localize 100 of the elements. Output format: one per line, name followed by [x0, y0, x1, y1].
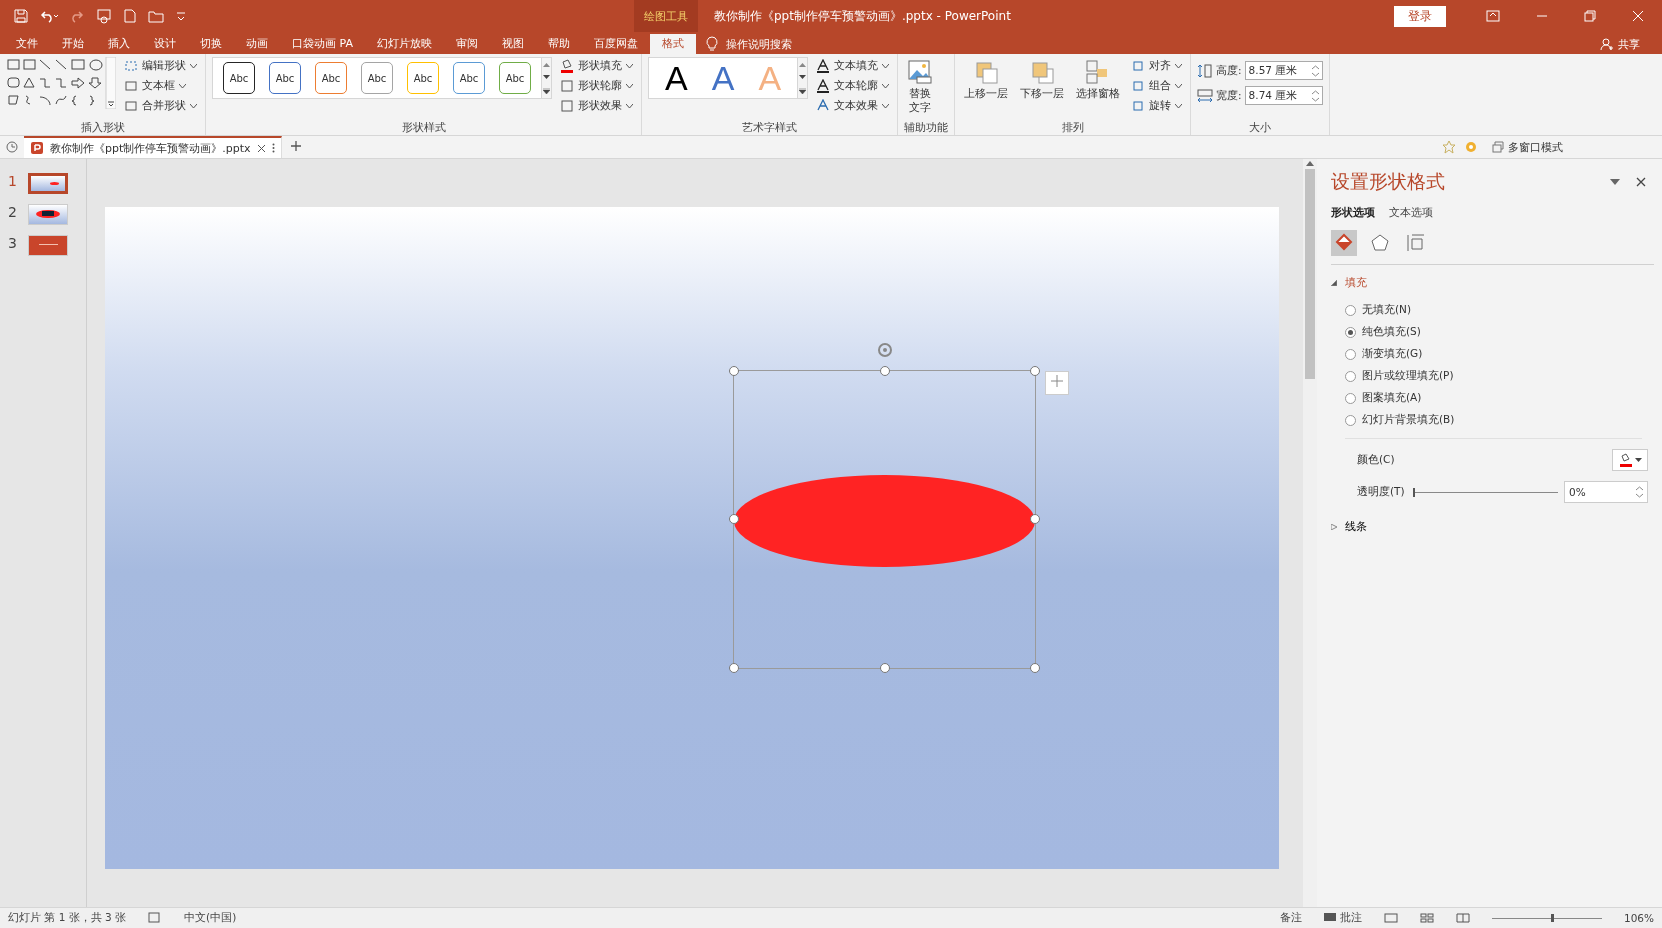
- style-swatch[interactable]: Abc: [499, 62, 531, 94]
- radio-option[interactable]: 渐变填充(G): [1345, 346, 1642, 362]
- plus-icon[interactable]: [289, 139, 302, 152]
- powerpoint-file-icon[interactable]: [30, 141, 44, 155]
- normal-view-icon[interactable]: [1383, 913, 1398, 923]
- ribbon-button[interactable]: 编辑形状: [122, 57, 199, 75]
- customize-icon[interactable]: [176, 10, 186, 22]
- style-swatch[interactable]: Abc: [269, 62, 301, 94]
- ribbon-tab[interactable]: 帮助: [535, 34, 582, 54]
- text-effects-icon[interactable]: [816, 99, 831, 113]
- resize-handle[interactable]: [879, 663, 890, 674]
- close-icon[interactable]: [256, 143, 266, 153]
- new-file-icon[interactable]: [124, 9, 136, 23]
- ribbon-button[interactable]: 形状填充: [558, 57, 635, 75]
- ribbon-tab[interactable]: 插入: [96, 34, 142, 54]
- person-icon[interactable]: [1600, 37, 1614, 51]
- ribbon-display-icon[interactable]: [1486, 10, 1500, 22]
- search-hint[interactable]: 操作说明搜索: [725, 36, 792, 52]
- width-icon[interactable]: [1197, 88, 1214, 103]
- ribbon-button[interactable]: 上移一层: [961, 57, 1012, 103]
- ribbon-tab[interactable]: 视图: [489, 34, 536, 54]
- radio-option[interactable]: 幻灯片背景填充(B): [1345, 412, 1642, 428]
- resize-handle[interactable]: [729, 514, 740, 525]
- radio-option[interactable]: 无填充(N): [1345, 302, 1642, 318]
- ribbon-button[interactable]: 合并形状: [122, 97, 199, 115]
- ribbon-button[interactable]: 下移一层: [1017, 57, 1068, 103]
- spinner-icon[interactable]: [1311, 89, 1319, 102]
- ribbon-button[interactable]: 文本效果: [814, 97, 892, 115]
- ribbon-tab[interactable]: 动画: [234, 34, 280, 54]
- section-header[interactable]: 线条: [1331, 519, 1662, 534]
- bring-forward-icon[interactable]: [973, 59, 1000, 85]
- ribbon-tab[interactable]: 幻灯片放映: [364, 34, 444, 54]
- dropdown-icon[interactable]: [1610, 179, 1620, 185]
- ribbon-tab[interactable]: 口袋动画 PA: [280, 34, 365, 54]
- resize-handle[interactable]: [879, 365, 890, 376]
- radio-option[interactable]: 图案填充(A): [1345, 390, 1642, 406]
- scroll-down-icon[interactable]: [543, 75, 550, 80]
- more-icon[interactable]: [543, 88, 550, 94]
- section-header[interactable]: 填充: [1331, 275, 1662, 290]
- notes-button[interactable]: 备注: [1279, 911, 1302, 925]
- resize-handle[interactable]: [1029, 663, 1040, 674]
- ribbon-button[interactable]: 旋转: [1129, 97, 1185, 115]
- comments-button[interactable]: 批注: [1323, 911, 1362, 925]
- multi-window-button[interactable]: 多窗口模式: [1486, 138, 1569, 156]
- options-tab[interactable]: 形状选项: [1331, 205, 1375, 220]
- ribbon-button[interactable]: 文本框: [122, 77, 199, 95]
- windows-icon[interactable]: [1492, 141, 1504, 153]
- sorter-view-icon[interactable]: [1419, 913, 1434, 923]
- text-outline-icon[interactable]: [816, 79, 831, 93]
- resize-handle[interactable]: [729, 663, 740, 674]
- scroll-up-icon[interactable]: [1306, 161, 1314, 166]
- fill-line-tab[interactable]: [1331, 230, 1357, 256]
- resize-handle[interactable]: [1029, 365, 1040, 376]
- zoom-slider[interactable]: [1491, 913, 1602, 923]
- vertical-scrollbar[interactable]: [1303, 159, 1317, 907]
- ribbon-button[interactable]: 形状轮廓: [558, 77, 635, 95]
- ribbon-tab[interactable]: 百度网盘: [581, 34, 650, 54]
- spinner-icon[interactable]: [1311, 64, 1319, 77]
- folder-icon[interactable]: [148, 9, 164, 23]
- radio-option[interactable]: 纯色填充(S): [1345, 324, 1642, 340]
- height-icon[interactable]: [1197, 63, 1214, 78]
- ribbon-button[interactable]: 选择窗格: [1073, 57, 1124, 103]
- ribbon-tab[interactable]: 开始: [50, 34, 96, 54]
- ribbon-tab[interactable]: 审阅: [443, 34, 490, 54]
- history-icon[interactable]: [5, 140, 19, 154]
- height-field[interactable]: 8.57 厘米: [1244, 61, 1323, 80]
- zoom-level[interactable]: 106%: [1623, 912, 1654, 924]
- ribbon-button[interactable]: 文本轮廓: [814, 77, 892, 95]
- reading-view-icon[interactable]: [1455, 913, 1470, 923]
- login-button[interactable]: 登录: [1394, 5, 1446, 27]
- spinner-icon[interactable]: [1636, 486, 1643, 498]
- options-tab[interactable]: 文本选项: [1389, 205, 1433, 220]
- ribbon-tab[interactable]: 格式: [649, 34, 696, 54]
- alt-text-button[interactable]: 替换文字: [904, 57, 937, 117]
- close-icon[interactable]: [1636, 177, 1646, 187]
- send-backward-icon[interactable]: [1029, 59, 1056, 85]
- transparency-field[interactable]: 0%: [1564, 481, 1648, 503]
- paint-bucket-icon[interactable]: [560, 59, 574, 73]
- radio-option[interactable]: 图片或纹理填充(P): [1345, 368, 1642, 384]
- slide-thumbnail[interactable]: [28, 173, 68, 194]
- picture-icon[interactable]: [907, 59, 934, 85]
- ribbon-button[interactable]: 组合: [1129, 77, 1185, 95]
- ribbon-button[interactable]: 形状效果: [558, 97, 635, 115]
- scroll-up-icon[interactable]: [543, 62, 550, 67]
- ribbon-button[interactable]: 对齐: [1129, 57, 1185, 75]
- restore-icon[interactable]: [1584, 10, 1596, 22]
- star-icon[interactable]: [1442, 140, 1456, 154]
- lightbulb-icon[interactable]: [705, 36, 718, 52]
- ribbon-button[interactable]: 文本填充: [814, 57, 892, 75]
- wordart-style[interactable]: A: [699, 58, 747, 98]
- text-fill-icon[interactable]: [816, 59, 831, 73]
- more-icon[interactable]: [799, 88, 807, 94]
- language-label[interactable]: 中文(中国): [184, 911, 237, 925]
- slideshow-icon[interactable]: [96, 8, 112, 24]
- shape-gallery[interactable]: [6, 57, 116, 109]
- resize-handle[interactable]: [729, 365, 740, 376]
- rotate-handle-icon[interactable]: [875, 340, 894, 359]
- style-swatch[interactable]: Abc: [223, 62, 255, 94]
- style-swatch[interactable]: Abc: [361, 62, 393, 94]
- style-swatch[interactable]: Abc: [453, 62, 485, 94]
